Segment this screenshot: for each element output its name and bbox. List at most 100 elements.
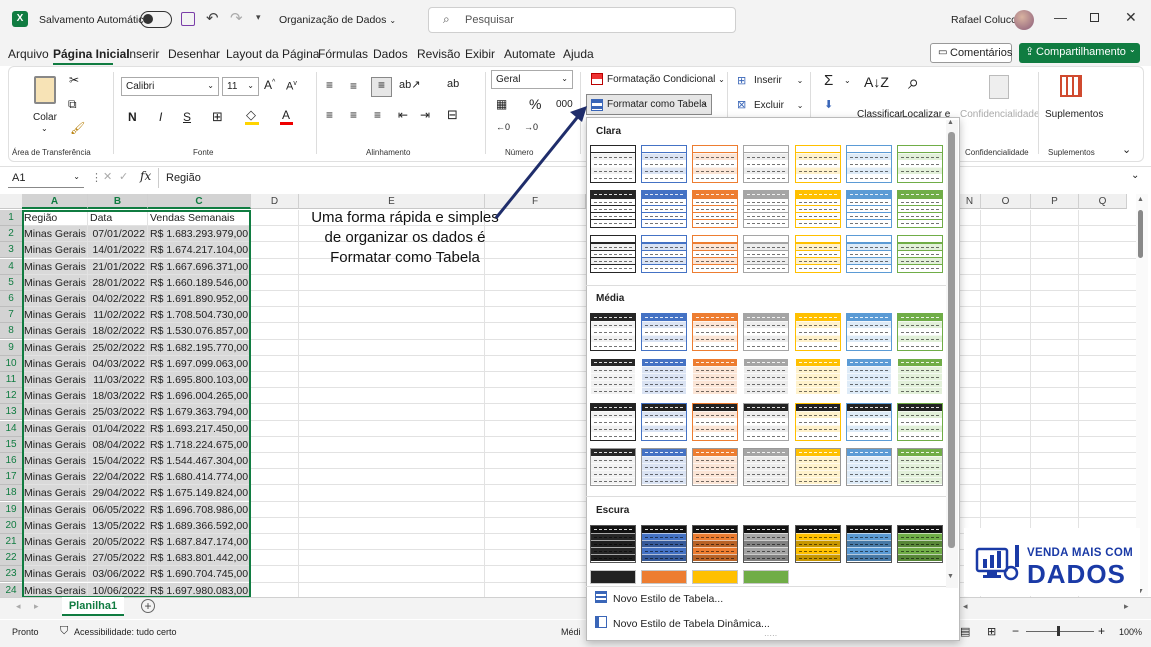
table-cell[interactable]: 28/01/2022 bbox=[88, 275, 148, 291]
table-cell[interactable]: R$ 1.691.890.952,00 bbox=[148, 291, 251, 307]
table-cell[interactable]: R$ 1.680.414.774,00 bbox=[148, 469, 251, 485]
table-cell[interactable]: R$ 1.530.076.857,00 bbox=[148, 323, 251, 339]
table-cell[interactable]: R$ 1.689.366.592,00 bbox=[148, 518, 251, 534]
table-cell[interactable]: 06/05/2022 bbox=[88, 502, 148, 518]
row-header[interactable]: 4 bbox=[0, 259, 22, 275]
row-header[interactable]: 21 bbox=[0, 534, 22, 550]
delete-cells-icon[interactable]: ⊠ bbox=[737, 98, 746, 111]
column-header-b[interactable]: B bbox=[88, 194, 148, 209]
orientation-icon[interactable]: ab↗ bbox=[399, 78, 420, 91]
table-cell[interactable]: 13/05/2022 bbox=[88, 518, 148, 534]
column-header-c[interactable]: C bbox=[148, 194, 251, 209]
table-cell[interactable]: 07/01/2022 bbox=[88, 226, 148, 242]
align-right-icon[interactable]: ≡ bbox=[374, 108, 381, 122]
row-header[interactable]: 18 bbox=[0, 485, 22, 501]
column-header-e[interactable]: E bbox=[299, 194, 485, 209]
table-style-option[interactable] bbox=[897, 358, 943, 396]
table-style-option[interactable] bbox=[641, 145, 687, 183]
new-table-style-item[interactable]: Novo Estilo de Tabela... bbox=[613, 593, 723, 605]
conditional-format-icon[interactable] bbox=[591, 73, 603, 85]
table-cell[interactable]: Minas Gerais bbox=[22, 550, 88, 566]
table-cell[interactable]: 27/05/2022 bbox=[88, 550, 148, 566]
zoom-in-icon[interactable]: + bbox=[1098, 624, 1105, 638]
row-header[interactable]: 13 bbox=[0, 404, 22, 420]
table-cell[interactable]: 03/06/2022 bbox=[88, 566, 148, 582]
cancel-icon[interactable]: ✕ bbox=[103, 170, 112, 183]
row-header[interactable]: 2 bbox=[0, 226, 22, 242]
page-layout-view-icon[interactable]: ▤ bbox=[960, 625, 970, 638]
insert-cells-button[interactable]: Inserir ⌄ bbox=[754, 75, 803, 86]
table-style-option[interactable] bbox=[795, 403, 841, 441]
menu-layout[interactable]: Layout da Página bbox=[226, 47, 319, 61]
expand-formula-bar-icon[interactable]: ⌄ bbox=[1131, 170, 1139, 181]
gallery-scroll-thumb[interactable] bbox=[948, 132, 955, 548]
autosum-icon[interactable]: Σ bbox=[824, 72, 833, 89]
table-cell[interactable]: R$ 1.674.217.104,00 bbox=[148, 242, 251, 258]
sensitivity-button[interactable]: Confidencialidade bbox=[960, 109, 1040, 120]
table-style-option[interactable] bbox=[846, 358, 892, 396]
menu-exibir[interactable]: Exibir bbox=[465, 47, 495, 61]
row-header[interactable]: 22 bbox=[0, 550, 22, 566]
menu-pagina-inicial[interactable]: Página Inicial bbox=[53, 47, 130, 61]
table-style-option[interactable] bbox=[897, 235, 943, 273]
table-cell[interactable]: R$ 1.693.217.450,00 bbox=[148, 421, 251, 437]
table-cell[interactable]: Minas Gerais bbox=[22, 404, 88, 420]
scroll-up-icon[interactable]: ▲ bbox=[1137, 196, 1144, 203]
find-select-icon[interactable]: ⌕ bbox=[908, 72, 919, 95]
table-cell[interactable]: R$ 1.667.696.371,00 bbox=[148, 259, 251, 275]
collapse-ribbon-icon[interactable]: ⌄ bbox=[1122, 143, 1131, 156]
table-style-option[interactable] bbox=[846, 235, 892, 273]
table-style-option[interactable] bbox=[641, 358, 687, 396]
table-cell[interactable]: 20/05/2022 bbox=[88, 534, 148, 550]
table-cell[interactable]: R$ 1.544.467.304,00 bbox=[148, 453, 251, 469]
table-cell[interactable]: Minas Gerais bbox=[22, 340, 88, 356]
table-cell[interactable]: Minas Gerais bbox=[22, 307, 88, 323]
menu-desenhar[interactable]: Desenhar bbox=[168, 47, 220, 61]
page-break-view-icon[interactable]: ⊞ bbox=[987, 625, 996, 638]
align-center-icon[interactable]: ≡ bbox=[350, 108, 357, 122]
column-header-o[interactable]: O bbox=[981, 194, 1031, 209]
table-style-option[interactable] bbox=[795, 145, 841, 183]
table-cell[interactable]: Minas Gerais bbox=[22, 323, 88, 339]
underline-icon[interactable]: S bbox=[183, 110, 191, 124]
table-style-option[interactable] bbox=[846, 313, 892, 351]
user-name[interactable]: Rafael Colucci bbox=[951, 14, 1019, 26]
table-style-option[interactable] bbox=[897, 145, 943, 183]
table-style-option[interactable] bbox=[795, 190, 841, 228]
table-cell[interactable]: Minas Gerais bbox=[22, 259, 88, 275]
file-name[interactable]: Organização de Dados ⌄ bbox=[279, 14, 396, 26]
menu-ajuda[interactable]: Ajuda bbox=[563, 47, 594, 61]
prev-sheet-icon[interactable]: ◂ bbox=[16, 601, 21, 612]
table-style-option[interactable] bbox=[641, 190, 687, 228]
table-style-option[interactable] bbox=[743, 403, 789, 441]
addins-button[interactable]: Suplementos bbox=[1045, 109, 1103, 120]
zoom-slider[interactable] bbox=[1026, 631, 1094, 632]
comments-button[interactable]: ▭ Comentários bbox=[930, 43, 1012, 63]
table-cell[interactable]: 22/04/2022 bbox=[88, 469, 148, 485]
table-cell[interactable]: Minas Gerais bbox=[22, 453, 88, 469]
paste-label[interactable]: Colar bbox=[33, 112, 57, 123]
insert-cells-icon[interactable]: ⊞ bbox=[737, 74, 746, 87]
gallery-resize-handle[interactable]: ····· bbox=[764, 631, 777, 640]
addins-icon[interactable] bbox=[1060, 75, 1082, 97]
table-header-cell[interactable]: Vendas Semanais bbox=[148, 210, 251, 226]
table-style-option[interactable] bbox=[897, 525, 943, 563]
new-pivot-style-item[interactable]: Novo Estilo de Tabela Dinâmica... bbox=[613, 618, 770, 630]
row-header[interactable]: 8 bbox=[0, 323, 22, 339]
column-header-q[interactable]: Q bbox=[1079, 194, 1127, 209]
table-header-cell[interactable]: Região bbox=[22, 210, 88, 226]
table-style-option[interactable] bbox=[897, 403, 943, 441]
undo-icon[interactable]: ↶ bbox=[206, 9, 219, 27]
column-header-d[interactable]: D bbox=[251, 194, 299, 209]
formula-content[interactable]: Região bbox=[166, 172, 201, 184]
bold-icon[interactable]: N bbox=[128, 110, 137, 124]
table-style-option[interactable] bbox=[641, 570, 687, 584]
table-style-option[interactable] bbox=[795, 313, 841, 351]
table-cell[interactable]: 25/02/2022 bbox=[88, 340, 148, 356]
table-cell[interactable]: Minas Gerais bbox=[22, 388, 88, 404]
table-cell[interactable]: 04/02/2022 bbox=[88, 291, 148, 307]
table-style-option[interactable] bbox=[590, 190, 636, 228]
table-style-option[interactable] bbox=[692, 145, 738, 183]
row-header[interactable]: 5 bbox=[0, 275, 22, 291]
autosave-toggle[interactable] bbox=[140, 11, 172, 28]
